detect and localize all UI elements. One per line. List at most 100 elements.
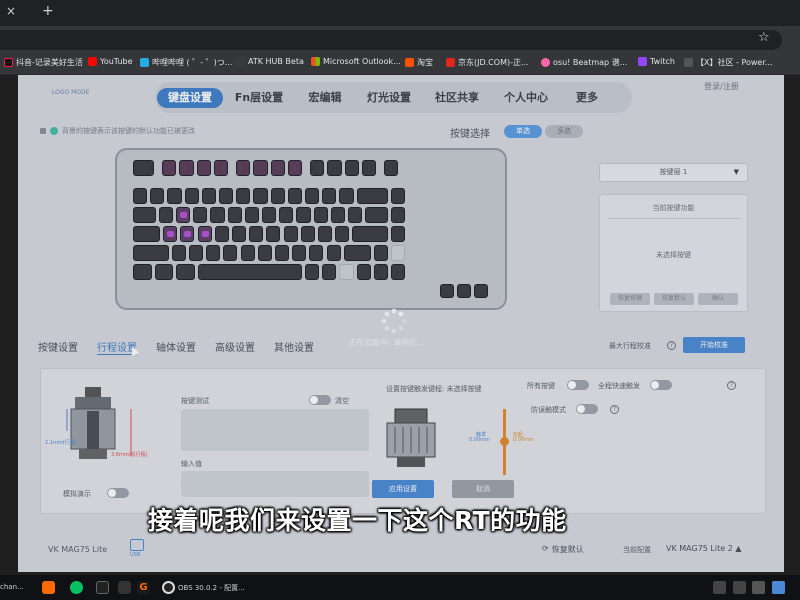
keyboard-key[interactable] xyxy=(184,188,199,204)
keyboard-key[interactable] xyxy=(176,264,195,280)
bookmark-star-icon[interactable]: ☆ xyxy=(758,30,770,45)
confirm-button[interactable]: 确认 xyxy=(698,293,738,305)
close-tab-icon[interactable]: × xyxy=(6,4,16,18)
keyboard-key[interactable] xyxy=(227,207,242,223)
keyboard-key[interactable] xyxy=(158,207,173,223)
tray-icon[interactable] xyxy=(772,581,785,594)
rapid-trigger-toggle[interactable] xyxy=(650,380,672,390)
nav-keyboard-settings[interactable]: 键盘设置 xyxy=(157,88,223,108)
keyboard-key[interactable] xyxy=(133,245,169,261)
keyboard-key[interactable] xyxy=(391,264,406,280)
multi-select-button[interactable]: 多选 xyxy=(545,125,583,138)
keyboard-key[interactable] xyxy=(133,188,148,204)
keyboard-key[interactable] xyxy=(167,188,182,204)
key-layer-select[interactable]: 按键层 1 ▼ xyxy=(599,163,748,182)
nav-macro[interactable]: 宏编辑 xyxy=(303,88,347,108)
keyboard-key[interactable] xyxy=(253,188,268,204)
keyboard-key[interactable] xyxy=(133,264,152,280)
keyboard-key[interactable] xyxy=(339,188,354,204)
keyboard-key[interactable] xyxy=(361,160,376,176)
keyboard-key[interactable] xyxy=(210,207,225,223)
nav-more[interactable]: 更多 xyxy=(567,88,607,108)
keyboard-key[interactable] xyxy=(179,160,194,176)
arrow-key[interactable] xyxy=(457,284,471,298)
keyboard-key[interactable] xyxy=(244,207,259,223)
keyboard-key[interactable] xyxy=(356,188,388,204)
keyboard-key[interactable] xyxy=(133,207,156,223)
keyboard-key[interactable] xyxy=(352,226,388,242)
nav-fn-layer[interactable]: Fn层设置 xyxy=(227,88,291,108)
app-g-icon[interactable]: G xyxy=(137,581,150,594)
device-config-select[interactable]: VK MAG75 Lite 2 ▲ xyxy=(666,544,741,553)
keyboard-key[interactable] xyxy=(214,226,229,242)
tab-advanced-settings[interactable]: 高级设置 xyxy=(215,339,255,354)
keyboard-key[interactable] xyxy=(330,207,345,223)
site-logo[interactable]: LOGO MODE xyxy=(52,89,89,96)
keyboard-key[interactable] xyxy=(348,207,363,223)
keyboard-key[interactable] xyxy=(391,207,406,223)
all-keys-toggle[interactable] xyxy=(567,380,589,390)
keyboard-key[interactable] xyxy=(356,264,371,280)
help-icon[interactable]: ? xyxy=(667,341,676,350)
restore-default-button[interactable]: 恢复默认 xyxy=(654,293,694,305)
keyboard-key[interactable] xyxy=(335,226,350,242)
app-icon[interactable] xyxy=(118,581,131,594)
bookmark-twitch[interactable]: Twitch xyxy=(638,57,675,66)
keyboard-key[interactable] xyxy=(193,207,208,223)
keyboard-key[interactable] xyxy=(180,226,195,242)
keyboard-key[interactable] xyxy=(322,188,337,204)
keyboard-key[interactable] xyxy=(197,226,212,242)
keyboard-key[interactable] xyxy=(313,207,328,223)
keyboard-key[interactable] xyxy=(327,160,342,176)
keyboard-key[interactable] xyxy=(236,188,251,204)
keyboard-key[interactable] xyxy=(270,188,285,204)
keyboard-key[interactable] xyxy=(296,207,311,223)
keyboard-key[interactable] xyxy=(240,245,255,261)
keyboard-key[interactable] xyxy=(223,245,238,261)
keyboard-key[interactable] xyxy=(373,264,388,280)
tab-other-settings[interactable]: 其他设置 xyxy=(274,339,314,354)
bookmark-taobao[interactable]: 淘宝 xyxy=(405,57,433,68)
clear-toggle[interactable] xyxy=(309,395,331,405)
keyboard-key[interactable] xyxy=(283,226,298,242)
tab-switch-settings[interactable]: 轴体设置 xyxy=(156,339,196,354)
keyboard-key[interactable] xyxy=(373,245,388,261)
keyboard-key[interactable] xyxy=(257,245,272,261)
keyboard-key[interactable] xyxy=(305,188,320,204)
keyboard-key[interactable] xyxy=(163,226,178,242)
keyboard-key[interactable] xyxy=(365,207,388,223)
arrow-key[interactable] xyxy=(440,284,454,298)
keyboard-key[interactable] xyxy=(249,226,264,242)
nav-lighting[interactable]: 灯光设置 xyxy=(361,88,417,108)
keyboard-key[interactable] xyxy=(279,207,294,223)
keyboard-key[interactable] xyxy=(391,188,406,204)
new-tab-icon[interactable]: + xyxy=(42,3,54,19)
keyboard-key[interactable] xyxy=(188,245,204,261)
keyboard-key[interactable] xyxy=(253,160,268,176)
keyboard-key[interactable] xyxy=(231,226,247,242)
keyboard-key[interactable] xyxy=(384,160,399,176)
keyboard-key[interactable] xyxy=(133,160,155,176)
keyboard-key[interactable] xyxy=(292,245,307,261)
input-value-field[interactable] xyxy=(181,471,369,497)
bookmark-bilibili[interactable]: 哔哩哔哩 ( ゜- ゜)つ... xyxy=(140,57,232,68)
keyboard-key[interactable] xyxy=(213,160,228,176)
cancel-button[interactable]: 取消 xyxy=(452,480,514,498)
keyboard-key[interactable] xyxy=(154,264,173,280)
bookmark-powerx[interactable]: 【X】社区 - Power... xyxy=(684,57,773,68)
address-input[interactable] xyxy=(0,30,782,50)
keyboard-key[interactable] xyxy=(326,245,341,261)
tray-icon[interactable] xyxy=(713,581,726,594)
keyboard-key[interactable] xyxy=(162,160,177,176)
restore-key-button[interactable]: 恢复按键 xyxy=(610,293,650,305)
bookmark-atk[interactable]: ATK HUB Beta xyxy=(236,57,304,66)
help-icon[interactable]: ? xyxy=(610,405,619,414)
keyboard-key[interactable] xyxy=(236,160,251,176)
keyboard-key[interactable] xyxy=(150,188,165,204)
apply-settings-button[interactable]: 应用设置 xyxy=(372,480,434,498)
keyboard-key[interactable] xyxy=(309,245,324,261)
keyboard-key[interactable] xyxy=(219,188,234,204)
tray-icon[interactable] xyxy=(733,581,746,594)
bookmark-youtube[interactable]: YouTube xyxy=(88,57,133,66)
keyboard-key[interactable] xyxy=(287,160,302,176)
